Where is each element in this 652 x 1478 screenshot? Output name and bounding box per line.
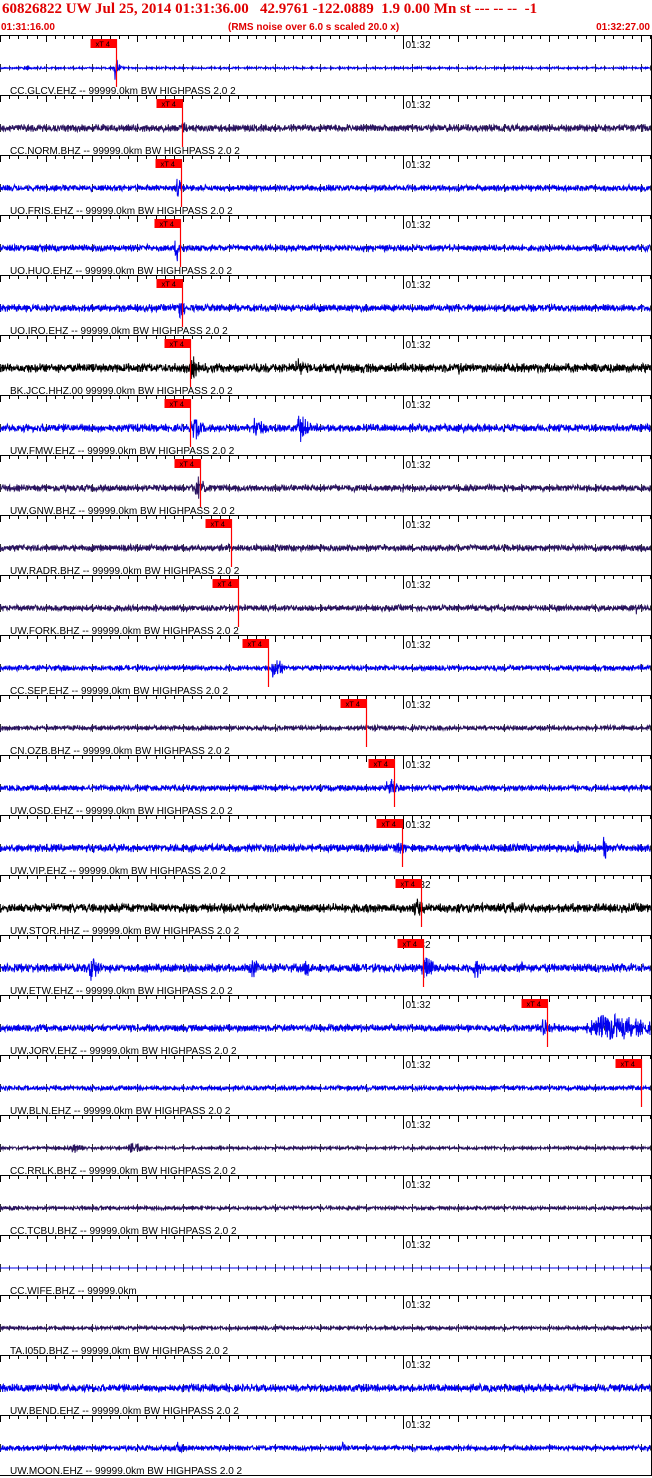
header: 60826822 UW Jul 25, 2014 01:31:36.00 42.… (0, 0, 652, 36)
pick-label: xT 4 (218, 580, 232, 589)
waveform (0, 1142, 651, 1153)
minute-label: 01:32 (406, 1000, 431, 1011)
waveform (0, 178, 651, 197)
waveform (0, 59, 651, 80)
minute-label: 01:32 (406, 1360, 431, 1371)
seismogram-plot: 01:32xT 4CC.GLCV.EHZ -- 99999.0km BW HIG… (0, 35, 652, 1477)
waveform (0, 957, 651, 981)
minute-label: 01:32 (406, 640, 431, 651)
trace-3: 01:32xT 4UO.FRIS.EHZ -- 99999.0km BW HIG… (0, 155, 652, 217)
trace-1: 01:32xT 4CC.GLCV.EHZ -- 99999.0km BW HIG… (0, 35, 652, 97)
pick-label: xT 4 (162, 280, 176, 289)
waveform (0, 1012, 651, 1040)
trace-11: 01:32xT 4CC.SEP.EHZ -- 99999.0km BW HIGH… (0, 635, 652, 697)
minute-label: 01:32 (406, 1060, 431, 1071)
pick-label: xT 4 (621, 1060, 635, 1069)
minute-label: 01:32 (406, 1300, 431, 1311)
minute-label: 01:32 (406, 1180, 431, 1191)
pick-label: xT 4 (382, 820, 396, 829)
trace-23: 01:32UW.BEND.EHZ -- 99999.0km BW HIGHPAS… (0, 1355, 652, 1417)
waveform (0, 778, 651, 794)
minute-label: 01:32 (406, 160, 431, 171)
waveform (0, 1324, 651, 1332)
waveform (0, 356, 651, 379)
minute-label: 01:32 (406, 40, 431, 51)
pick-label: xT 4 (211, 520, 225, 529)
pick-label: xT 4 (527, 1000, 541, 1009)
trace-7: 01:32xT 4UW.FMW.EHZ -- 99999.0km BW HIGH… (0, 395, 652, 457)
pick-label: xT 4 (248, 640, 262, 649)
pick-label: xT 4 (403, 940, 417, 949)
trace-4: 01:32xT 4UO.HUO.EHZ -- 99999.0km BW HIGH… (0, 215, 652, 277)
waveform (0, 476, 651, 499)
trace-19: 01:32CC.RRLK.BHZ -- 99999.0km BW HIGHPAS… (0, 1115, 652, 1177)
trace-2: 01:32xT 4CC.NORM.BHZ -- 99999.0km BW HIG… (0, 95, 652, 157)
minute-label: 01:32 (406, 220, 431, 231)
trace-17: 01:32 xT 4UW.JORV.EHZ -- 99999.0km BW HIG… (0, 995, 652, 1057)
minute-label: 01:32 (406, 340, 431, 351)
pick-label: xT 4 (374, 760, 388, 769)
pick-label: xT 4 (346, 700, 360, 709)
pick-label: xT 4 (401, 880, 415, 889)
trace-8: 01:32xT 4UW.GNW.BHZ -- 99999.0km BW HIGH… (0, 455, 652, 517)
waveform (0, 1204, 651, 1212)
pick-label: xT 4 (180, 460, 194, 469)
trace-15: 01:32xT 4UW.STOR.HHZ -- 99999.0km BW HIG… (0, 875, 652, 937)
trace-20: 01:32CC.TCBU.BHZ -- 99999.0km BW HIGHPAS… (0, 1175, 652, 1237)
minute-label: 01:32 (406, 820, 431, 831)
minute-label: 01:32 (406, 580, 431, 591)
minute-label: 01:32 (406, 460, 431, 471)
trace-10: 01:32xT 4UW.FORK.BHZ -- 99999.0km BW HIG… (0, 575, 652, 637)
trace-18: 01:32 xT 4UW.BLN.EHZ -- 99999.0km BW HIGH… (0, 1055, 652, 1117)
minute-label: 01:32 (406, 1240, 431, 1251)
minute-label: 01:32 (406, 400, 431, 411)
pick-label: xT 4 (162, 100, 176, 109)
waveform (0, 1083, 651, 1093)
minute-label: 01:32 (406, 280, 431, 291)
trace-22: 01:32TA.I05D.BHZ -- 99999.0km BW HIGHPAS… (0, 1295, 652, 1357)
trace-16: 01:32xT 4UW.ETW.EHZ -- 99999.0km BW HIGH… (0, 935, 652, 997)
waveform (0, 1382, 651, 1394)
trace-9: 01:32xT 4UW.RADR.BHZ -- 99999.0km BW HIG… (0, 515, 652, 577)
trace-21: 01:32CC.WIFE.BHZ -- 99999.0km (0, 1235, 652, 1297)
waveform (0, 1441, 651, 1454)
trace-12: 01:32xT 4CN.OZB.BHZ -- 99999.0km BW HIGH… (0, 695, 652, 757)
waveform (0, 723, 651, 733)
event-title: 60826822 UW Jul 25, 2014 01:31:36.00 42.… (2, 1, 538, 17)
trace-5: 01:32xT 4UO.IRO.EHZ -- 99999.0km BW HIGH… (0, 275, 652, 337)
waveform (0, 122, 651, 134)
trace-24: 01:32UW.MOON.EHZ -- 99999.0km BW HIGHPAS… (0, 1415, 652, 1477)
waveform (0, 302, 651, 320)
pick-label: xT 4 (161, 160, 175, 169)
minute-label: 01:32 (406, 100, 431, 111)
end-time: 01:32:27.00 (596, 22, 650, 33)
waveform (0, 240, 651, 262)
waveform (0, 660, 651, 678)
rms-noise-note: (RMS noise over 6.0 s scaled 20.0 x) (228, 22, 400, 33)
trace-14: 01:32xT 4UW.VIP.EHZ -- 99999.0km BW HIGH… (0, 815, 652, 877)
waveform (0, 603, 651, 615)
pick-label: xT 4 (96, 40, 110, 49)
waveform (0, 542, 651, 553)
waveform (0, 836, 651, 859)
minute-label: 01:32 (406, 760, 431, 771)
minute-label: 01:32 (406, 700, 431, 711)
waveform (0, 415, 651, 443)
minute-label: 01:32 (406, 1420, 431, 1431)
minute-label: 01:32 (406, 1120, 431, 1131)
pick-label: xT 4 (170, 400, 184, 409)
trace-13: 01:32xT 4UW.OSD.EHZ -- 99999.0km BW HIGH… (0, 755, 652, 817)
minute-label: 01:32 (406, 520, 431, 531)
start-time: 01:31:16.00 (1, 22, 55, 33)
trace-6: 01:32xT 4BK.JCC.HHZ.00 99999.0km BW HIGH… (0, 335, 652, 397)
pick-label: xT 4 (170, 340, 184, 349)
pick-label: xT 4 (160, 220, 174, 229)
waveform (0, 898, 651, 916)
